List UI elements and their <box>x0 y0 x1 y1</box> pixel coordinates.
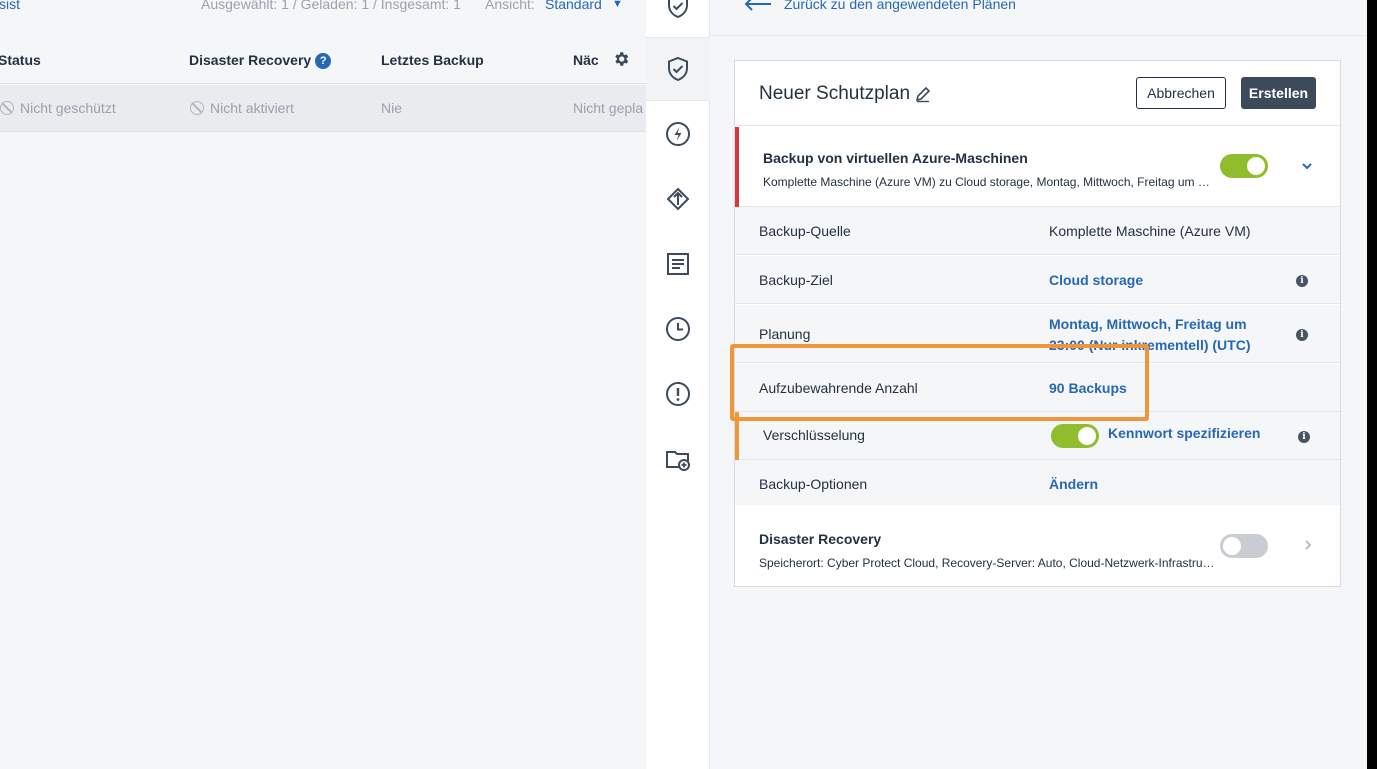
plan-card: Neuer Schutzplan Abbrechen Erstellen Bac… <box>734 60 1341 587</box>
alert-icon <box>666 382 690 406</box>
retention-link[interactable]: 90 Backups <box>1049 380 1127 396</box>
backup-target-link[interactable]: Cloud storage <box>1049 272 1143 288</box>
toggle-knob <box>1247 157 1265 175</box>
column-header-status[interactable]: Status <box>0 52 41 68</box>
module-summary: Komplette Maschine (Azure VM) zu Cloud s… <box>763 175 1213 189</box>
rail-item-protection-top[interactable] <box>646 0 710 38</box>
backup-source-label: Backup-Quelle <box>759 223 851 239</box>
status-text: Nicht geschützt <box>20 100 116 116</box>
row-backup-source[interactable]: Backup-Quelle Komplette Maschine (Azure … <box>735 207 1340 255</box>
chevron-right-icon[interactable] <box>1303 539 1313 551</box>
toggle-knob <box>1223 537 1241 555</box>
info-icon[interactable]: i <box>1298 431 1310 443</box>
side-icon-rail <box>646 0 710 769</box>
column-header-next-backup[interactable]: Näc <box>573 52 599 68</box>
deploy-icon <box>666 187 690 211</box>
plan-title[interactable]: Neuer Schutzplan <box>759 83 910 105</box>
cancel-button[interactable]: Abbrechen <box>1136 77 1226 109</box>
row-backup-target[interactable]: Backup-Ziel Cloud storage i <box>735 256 1340 304</box>
rail-item-deploy[interactable] <box>646 167 710 231</box>
disaster-recovery-summary: Speicherort: Cyber Protect Cloud, Recove… <box>759 556 1219 570</box>
encryption-label: Verschlüsselung <box>763 427 865 443</box>
backup-target-label: Backup-Ziel <box>759 272 833 288</box>
pencil-icon[interactable] <box>914 85 932 103</box>
shield-check-icon <box>668 56 688 82</box>
row-retention[interactable]: Aufzubewahrende Anzahl 90 Backups <box>735 364 1340 412</box>
ban-icon <box>190 101 204 115</box>
table-row[interactable]: Nicht geschützt Nicht aktiviert Nie Nich… <box>0 85 646 132</box>
column-header-disaster-recovery[interactable]: Disaster Recovery? <box>189 52 332 69</box>
backup-module-toggle[interactable] <box>1220 154 1268 178</box>
module-title: Backup von virtuellen Azure-Maschinen <box>763 150 1028 166</box>
backup-options-link[interactable]: Ändern <box>1049 476 1098 492</box>
encryption-toggle[interactable] <box>1051 424 1099 448</box>
gear-icon[interactable] <box>612 50 630 68</box>
info-icon[interactable]: i <box>1296 329 1308 341</box>
next-backup-cell: Nicht gepla <box>573 100 644 116</box>
clock-icon <box>666 317 690 341</box>
shield-check-icon <box>668 0 688 19</box>
last-backup-cell: Nie <box>381 100 403 116</box>
schedule-link-line1[interactable]: Montag, Mittwoch, Freitag um <box>1049 316 1247 332</box>
back-to-plans-link[interactable]: Zurück zu den angewendeten Plänen <box>744 0 1016 12</box>
module-status-bar <box>735 127 739 207</box>
plan-header: Neuer Schutzplan Abbrechen Erstellen <box>735 61 1340 126</box>
backup-source-value: Komplette Maschine (Azure VM) <box>1049 223 1251 239</box>
row-schedule[interactable]: Planung Montag, Mittwoch, Freitag um 23:… <box>735 305 1340 363</box>
status-cell: Nicht geschützt <box>0 100 116 116</box>
list-toolbar: ssist Ausgewählt: 1 / Geladen: 1 / Insge… <box>0 0 646 14</box>
help-icon[interactable]: ? <box>315 53 332 69</box>
column-header-label: Disaster Recovery <box>189 52 312 68</box>
info-icon[interactable]: i <box>1296 275 1308 287</box>
row-backup-options[interactable]: Backup-Optionen Ändern <box>735 460 1340 506</box>
retention-label: Aufzubewahrende Anzahl <box>759 380 918 396</box>
arrow-left-icon <box>744 0 771 11</box>
table-header: Status Disaster Recovery? Letztes Backup… <box>0 36 646 84</box>
disaster-recovery-title: Disaster Recovery <box>759 531 882 547</box>
disaster-recovery-toggle[interactable] <box>1220 534 1268 558</box>
column-header-last-backup[interactable]: Letztes Backup <box>381 52 484 68</box>
rail-item-alerts[interactable] <box>646 362 710 426</box>
divider <box>710 35 1367 36</box>
chevron-down-icon[interactable]: ▼ <box>612 0 623 10</box>
schedule-link-line2[interactable]: 23:00 (Nur inkrementell) (UTC) <box>1049 337 1250 353</box>
encryption-password-link[interactable]: Kennwort spezifizieren <box>1108 425 1260 441</box>
rail-item-add-folder[interactable] <box>646 427 710 491</box>
disaster-recovery-cell: Nicht aktiviert <box>190 100 294 116</box>
warning-bar <box>735 412 739 460</box>
chevron-down-icon[interactable] <box>1301 160 1313 172</box>
rail-item-history[interactable] <box>646 297 710 361</box>
machine-list-area: ssist Ausgewählt: 1 / Geladen: 1 / Insge… <box>0 0 646 769</box>
report-icon <box>667 253 689 275</box>
back-link-label: Zurück zu den angewendeten Plänen <box>784 0 1016 12</box>
row-encryption[interactable]: Verschlüsselung Kennwort spezifizieren i <box>735 412 1340 460</box>
disaster-recovery-text: Nicht aktiviert <box>210 100 295 116</box>
ban-icon <box>0 101 14 115</box>
assist-link[interactable]: ssist <box>0 0 20 12</box>
rail-item-reports[interactable] <box>646 232 710 296</box>
disaster-recovery-module[interactable]: Disaster Recovery Speicherort: Cyber Pro… <box>735 505 1340 586</box>
window-edge <box>1367 0 1377 769</box>
rail-item-active-protection[interactable] <box>646 102 710 166</box>
rail-item-protection[interactable] <box>646 37 710 101</box>
selection-counts: Ausgewählt: 1 / Geladen: 1 / Insgesamt: … <box>201 0 461 12</box>
backup-options-label: Backup-Optionen <box>759 476 868 492</box>
lightning-icon <box>666 122 690 146</box>
toggle-knob <box>1078 427 1096 445</box>
backup-module-header[interactable]: Backup von virtuellen Azure-Maschinen Ko… <box>735 127 1340 207</box>
view-label: Ansicht: <box>485 0 535 12</box>
schedule-label: Planung <box>759 326 811 342</box>
folder-add-icon <box>666 451 690 471</box>
create-button[interactable]: Erstellen <box>1241 77 1316 109</box>
view-selector[interactable]: Standard <box>545 0 602 12</box>
